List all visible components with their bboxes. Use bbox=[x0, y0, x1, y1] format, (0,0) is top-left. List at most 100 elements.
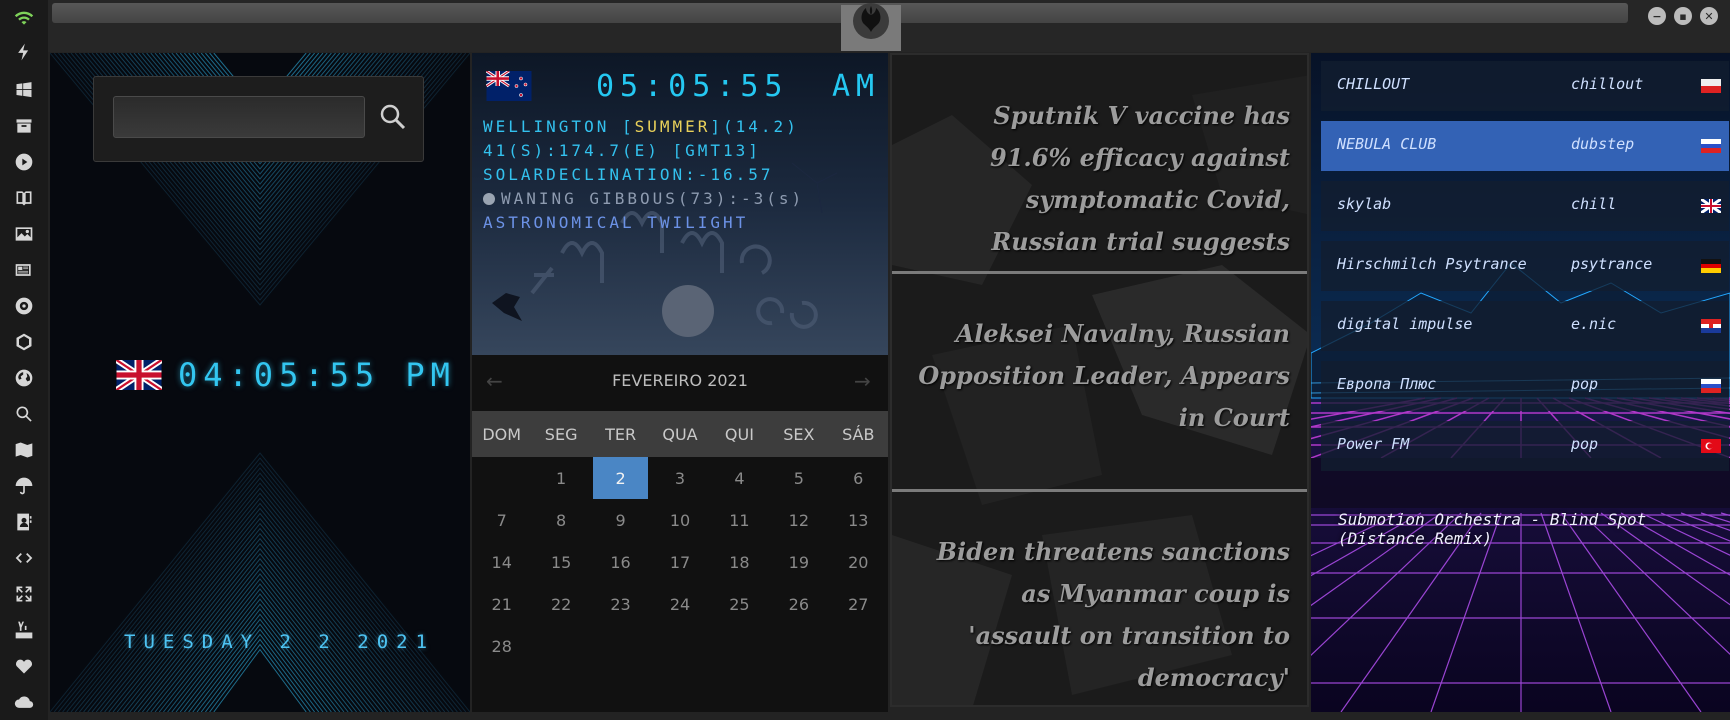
calendar-day[interactable]: 12 bbox=[769, 499, 828, 541]
settings-icon[interactable] bbox=[12, 294, 36, 318]
map-icon[interactable] bbox=[12, 438, 36, 462]
cloud-icon[interactable] bbox=[12, 690, 36, 714]
station-row[interactable]: digital impulse e.nic bbox=[1321, 301, 1729, 351]
calendar-day[interactable]: 24 bbox=[650, 583, 709, 625]
calendar-day[interactable]: 26 bbox=[769, 583, 828, 625]
station-row[interactable]: Европа Плюс pop bbox=[1321, 361, 1729, 411]
calendar-day[interactable]: 1 bbox=[531, 457, 590, 499]
nz-flag-icon bbox=[486, 71, 532, 101]
station-row[interactable]: Hirschmilch Psytrance psytrance bbox=[1321, 241, 1729, 291]
russia-flag-icon bbox=[1701, 139, 1721, 153]
next-month-button[interactable]: → bbox=[854, 369, 871, 393]
rebel-emblem-tab[interactable] bbox=[841, 3, 901, 51]
weekday-label: TER bbox=[605, 424, 637, 444]
calendar-day[interactable]: 11 bbox=[710, 499, 769, 541]
calendar-day-today[interactable]: 2 bbox=[592, 457, 649, 499]
magnifier-icon bbox=[380, 104, 406, 130]
station-name: NEBULA CLUB bbox=[1337, 135, 1437, 153]
now-playing-track: Submotion Orchestra - Blind Spot (Distan… bbox=[1338, 510, 1647, 548]
book-icon[interactable] bbox=[12, 186, 36, 210]
croatia-flag-icon bbox=[1701, 319, 1721, 333]
calendar-day[interactable]: 21 bbox=[472, 583, 531, 625]
station-genre: e.nic bbox=[1571, 315, 1617, 333]
umbrella-icon[interactable] bbox=[12, 474, 36, 498]
station-name: skylab bbox=[1337, 195, 1392, 213]
calendar-day[interactable]: 25 bbox=[710, 583, 769, 625]
station-row[interactable]: CHILLOUT chillout bbox=[1321, 61, 1729, 111]
calendar-day[interactable]: 8 bbox=[531, 499, 590, 541]
season-label: SUMMER bbox=[634, 117, 711, 136]
weekday-label: DOM bbox=[482, 424, 522, 444]
astro-clock-panel: 05:05:55 AM WELLINGTON [SUMMER](14.2) 41… bbox=[472, 53, 888, 355]
calendar: FEVEREIRO 2021 ← → DOM SEG TER QUA QUI SEX SÁB… bbox=[472, 355, 888, 712]
poland-flag-icon bbox=[1701, 79, 1721, 93]
russia-flag-icon bbox=[1701, 379, 1721, 393]
wifi-icon[interactable] bbox=[12, 6, 36, 30]
turkey-flag-icon bbox=[1701, 439, 1721, 453]
calendar-day[interactable]: 28 bbox=[472, 625, 531, 667]
prev-month-button[interactable]: ← bbox=[486, 369, 503, 393]
moon-phase-line: WANING GIBBOUS(73):-3(s) bbox=[483, 189, 804, 208]
calendar-day[interactable]: 4 bbox=[710, 457, 769, 499]
calendar-day[interactable]: 23 bbox=[591, 583, 650, 625]
calendar-day[interactable]: 22 bbox=[531, 583, 590, 625]
rebel-alliance-icon bbox=[853, 3, 889, 39]
local-date: TUESDAY 2 2 2021 bbox=[124, 631, 436, 653]
news-headline-1[interactable]: Sputnik V vaccine has 91.6% efficacy aga… bbox=[912, 95, 1290, 263]
news-headline-3[interactable]: Biden threatens sanctions as Myanmar cou… bbox=[912, 531, 1290, 699]
station-genre: chillout bbox=[1571, 75, 1644, 93]
calendar-day[interactable]: 15 bbox=[531, 541, 590, 583]
search-icon[interactable] bbox=[12, 402, 36, 426]
desktop-widget-app: − ▪ ✕ 04:05:55 PM TUESDAY 2 2 2021 05:05… bbox=[0, 0, 1730, 720]
calendar-day[interactable]: 10 bbox=[650, 499, 709, 541]
youtube-icon[interactable] bbox=[12, 618, 36, 642]
windows-icon[interactable] bbox=[12, 78, 36, 102]
search-button[interactable] bbox=[377, 101, 409, 133]
calendar-day[interactable]: 17 bbox=[650, 541, 709, 583]
calendar-day[interactable]: 14 bbox=[472, 541, 531, 583]
local-time: 04:05:55 PM bbox=[178, 356, 456, 394]
news-icon[interactable] bbox=[12, 258, 36, 282]
archive-icon[interactable] bbox=[12, 114, 36, 138]
expand-icon[interactable] bbox=[12, 582, 36, 606]
globe-icon[interactable] bbox=[12, 366, 36, 390]
solar-declination: SOLARDECLINATION:-16.57 bbox=[483, 165, 774, 184]
station-row[interactable]: NEBULA CLUB dubstep bbox=[1321, 121, 1729, 171]
news-panel: Sputnik V vaccine has 91.6% efficacy aga… bbox=[890, 53, 1309, 707]
station-genre: pop bbox=[1571, 435, 1599, 453]
news-headline-2[interactable]: Aleksei Navalny, Russian Opposition Lead… bbox=[912, 313, 1290, 439]
station-genre: psytrance bbox=[1571, 255, 1653, 273]
location-line: WELLINGTON [SUMMER](14.2) bbox=[483, 117, 799, 136]
station-row[interactable]: skylab chill bbox=[1321, 181, 1729, 231]
calendar-day[interactable]: 5 bbox=[769, 457, 828, 499]
heart-icon[interactable] bbox=[12, 654, 36, 678]
radio-panel: CHILLOUT chillout NEBULA CLUB dubstep skylab… bbox=[1311, 53, 1730, 712]
calendar-day[interactable]: 16 bbox=[591, 541, 650, 583]
contacts-icon[interactable] bbox=[12, 510, 36, 534]
weekday-label: QUA bbox=[662, 424, 698, 444]
station-genre: dubstep bbox=[1571, 135, 1635, 153]
station-row[interactable]: Power FM pop bbox=[1321, 421, 1729, 471]
calendar-day[interactable]: 6 bbox=[829, 457, 888, 499]
calendar-day[interactable]: 9 bbox=[591, 499, 650, 541]
play-icon[interactable] bbox=[12, 150, 36, 174]
calendar-day[interactable]: 13 bbox=[829, 499, 888, 541]
lightning-icon[interactable] bbox=[12, 40, 36, 64]
calendar-day[interactable]: 19 bbox=[769, 541, 828, 583]
hexagon-icon[interactable] bbox=[12, 330, 36, 354]
calendar-day[interactable]: 3 bbox=[650, 457, 709, 499]
title-bar: − ▪ ✕ bbox=[48, 0, 1730, 52]
title-drag-bar[interactable] bbox=[52, 3, 1628, 23]
image-icon[interactable] bbox=[12, 222, 36, 246]
search-input[interactable] bbox=[113, 96, 365, 138]
calendar-day[interactable]: 18 bbox=[710, 541, 769, 583]
calendar-weekdays: DOM SEG TER QUA QUI SEX SÁB bbox=[472, 411, 888, 457]
calendar-day[interactable]: 20 bbox=[829, 541, 888, 583]
close-button[interactable]: ✕ bbox=[1700, 7, 1718, 25]
code-icon[interactable] bbox=[12, 546, 36, 570]
minimize-button[interactable]: − bbox=[1648, 7, 1666, 25]
calendar-day[interactable]: 7 bbox=[472, 499, 531, 541]
calendar-day[interactable]: 27 bbox=[829, 583, 888, 625]
coordinates: 41(S):174.7(E) [GMT13] bbox=[483, 141, 761, 160]
maximize-button[interactable]: ▪ bbox=[1674, 7, 1692, 25]
